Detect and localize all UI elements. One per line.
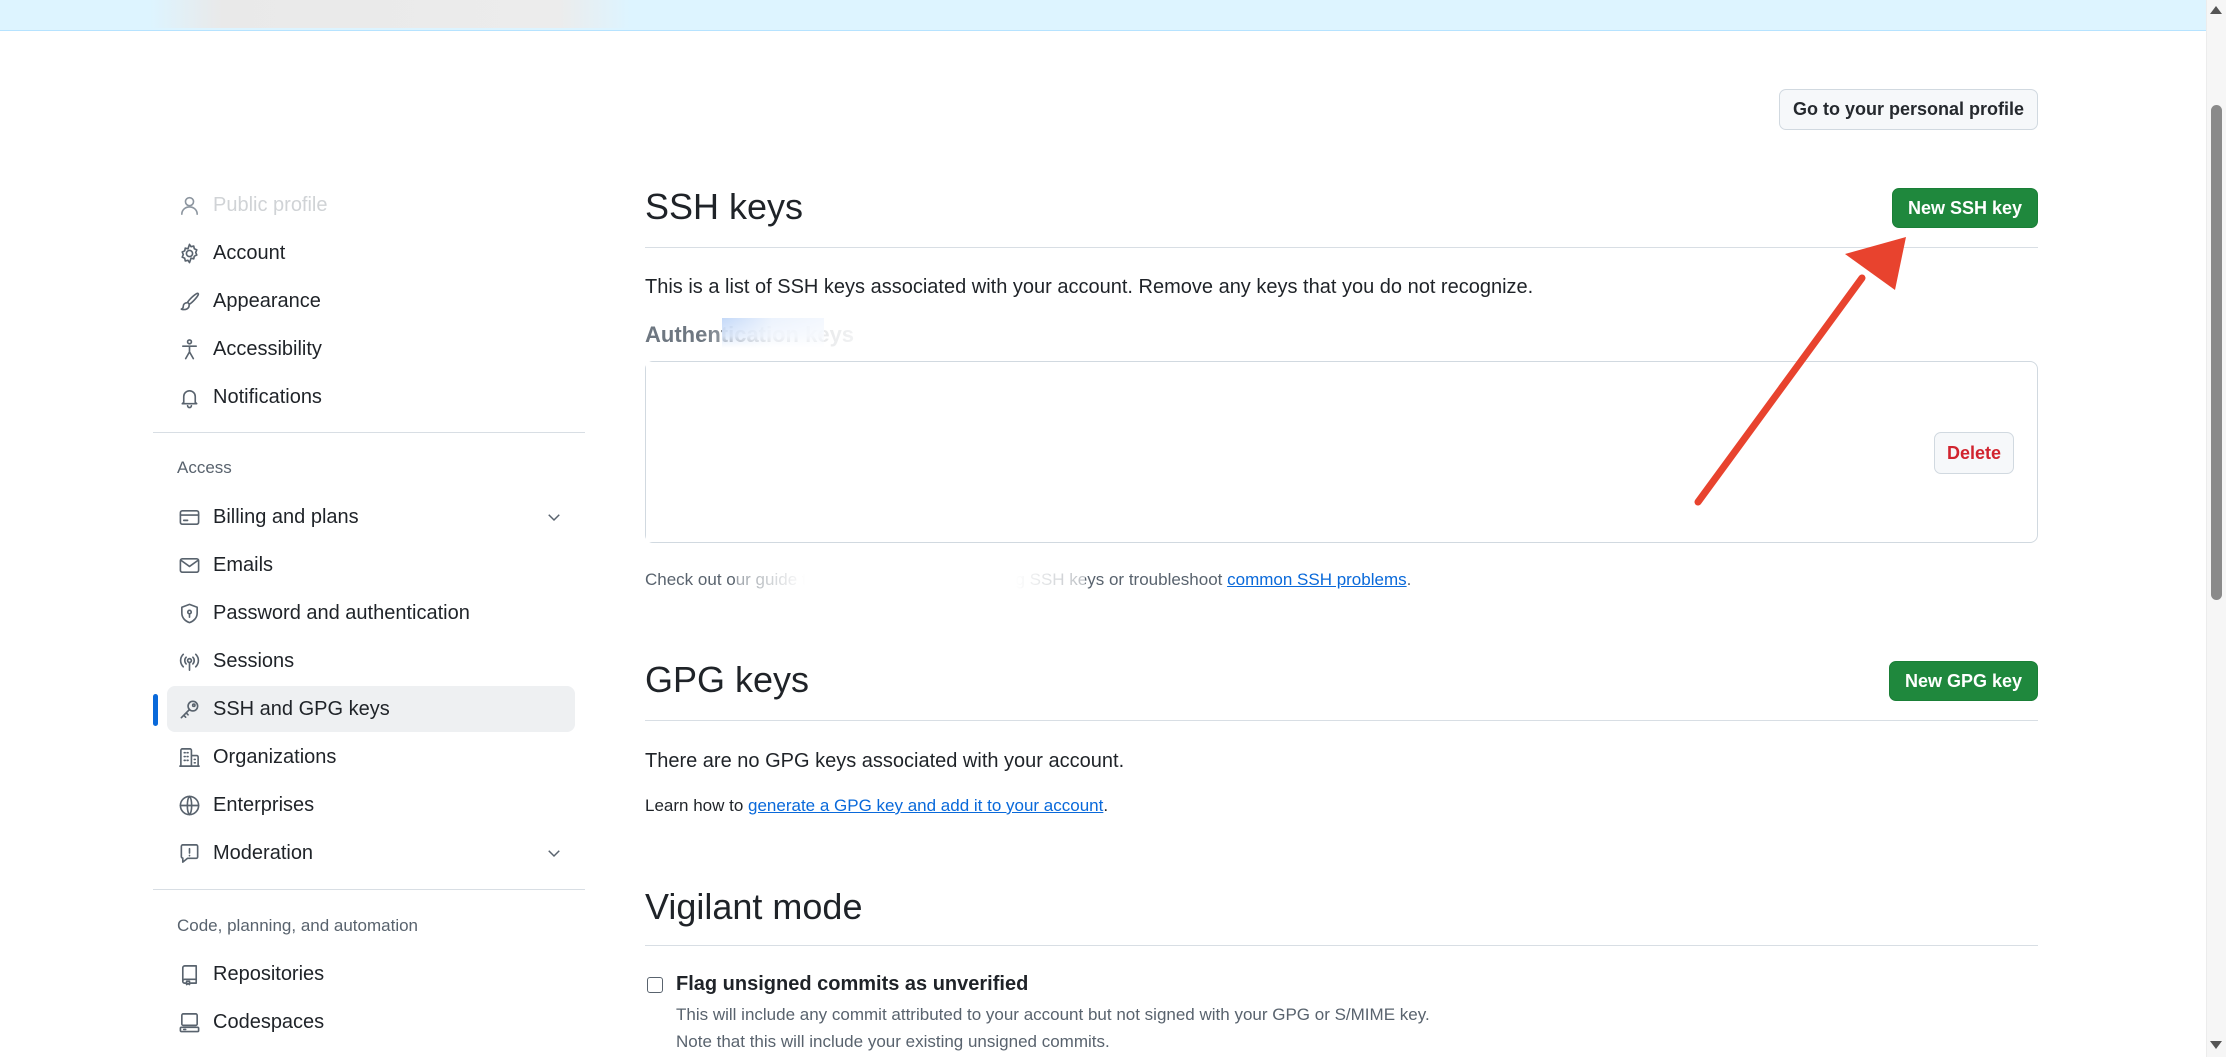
sidebar-divider — [153, 432, 585, 433]
sidebar-item-label: Codespaces — [213, 1010, 325, 1033]
sidebar-heading-access: Access — [177, 458, 232, 477]
credit-card-icon — [177, 505, 201, 529]
sidebar-item-ssh-gpg-keys[interactable]: SSH and GPG keys — [153, 686, 575, 732]
sidebar-item-account[interactable]: Account — [167, 230, 575, 276]
section-divider — [645, 720, 2038, 721]
chevron-down-icon[interactable] — [545, 844, 563, 867]
sidebar-item-label: SSH and GPG keys — [213, 697, 390, 720]
shield-lock-icon — [177, 601, 201, 625]
sidebar-item-accessibility[interactable]: Accessibility — [167, 326, 575, 372]
scrollbar-thumb[interactable] — [2211, 105, 2222, 600]
gpg-learn-prefix: Learn how to — [645, 796, 749, 815]
vigilant-note-line-2: Note that this will include your existin… — [676, 1032, 1110, 1051]
top-banner — [0, 0, 2206, 31]
gpg-keys-title: GPG keys — [645, 659, 810, 700]
organization-icon — [177, 745, 201, 769]
sidebar-item-codespaces[interactable]: Codespaces — [167, 999, 575, 1045]
ssh-key-item: Delete — [645, 361, 2038, 543]
gpg-empty-text: There are no GPG keys associated with yo… — [645, 750, 1125, 772]
sidebar-item-password-authentication[interactable]: Password and authentication — [167, 590, 575, 636]
sidebar-item-emails[interactable]: Emails — [167, 542, 575, 588]
vigilant-note-line-1: This will include any commit attributed … — [676, 1005, 1430, 1024]
codespaces-icon — [177, 1010, 201, 1034]
sidebar-item-appearance[interactable]: Appearance — [167, 278, 575, 324]
generate-gpg-key-link[interactable]: generate a GPG key and add it to your ac… — [748, 796, 1103, 815]
sidebar-item-repositories[interactable]: Repositories — [167, 951, 575, 997]
sidebar-item-notifications[interactable]: Notifications — [167, 374, 575, 420]
sidebar-item-label: Notifications — [213, 385, 322, 408]
sidebar-item-label: Password and authentication — [213, 601, 470, 624]
sidebar-item-label: Enterprises — [213, 793, 315, 816]
sidebar-item-public-profile[interactable]: Public profile — [167, 182, 575, 228]
chevron-down-icon[interactable] — [545, 508, 563, 531]
key-icon — [177, 697, 201, 721]
sidebar-item-label: Repositories — [213, 962, 325, 985]
sidebar-item-label: Accessibility — [213, 337, 322, 360]
sidebar-item-label: Sessions — [213, 649, 295, 672]
repo-icon — [177, 962, 201, 986]
ssh-description: This is a list of SSH keys associated wi… — [645, 276, 1534, 298]
sidebar-divider — [153, 889, 585, 890]
sidebar-item-label: Account — [213, 241, 286, 264]
sidebar-item-billing[interactable]: Billing and plans — [167, 494, 575, 540]
accessibility-icon — [177, 337, 201, 361]
sidebar-item-label: Billing and plans — [213, 505, 359, 528]
blurred-region — [700, 318, 880, 352]
common-ssh-problems-link[interactable]: common SSH problems — [1227, 570, 1407, 589]
sidebar-item-sessions[interactable]: Sessions — [167, 638, 575, 684]
sidebar-item-label: Moderation — [213, 841, 314, 864]
mail-icon — [177, 553, 201, 577]
sidebar-item-label: Emails — [213, 553, 274, 576]
sidebar-heading-code: Code, planning, and automation — [177, 916, 419, 935]
ssh-help-suffix: . — [1406, 570, 1412, 589]
gear-icon — [177, 241, 201, 265]
ssh-keys-title: SSH keys — [645, 186, 804, 227]
section-divider — [645, 247, 2038, 248]
flag-unsigned-commits-label[interactable]: Flag unsigned commits as unverified — [676, 973, 1028, 996]
paintbrush-icon — [177, 289, 201, 313]
scrollbar[interactable] — [2206, 0, 2226, 1057]
delete-ssh-key-button[interactable]: Delete — [1934, 432, 2014, 474]
new-ssh-key-button[interactable]: New SSH key — [1892, 188, 2038, 228]
sidebar-item-organizations[interactable]: Organizations — [167, 734, 575, 780]
sidebar-item-label: Organizations — [213, 745, 337, 768]
vigilant-mode-title: Vigilant mode — [645, 886, 863, 927]
flag-unsigned-commits-checkbox[interactable] — [647, 977, 663, 993]
sidebar-item-enterprises[interactable]: Enterprises — [167, 782, 575, 828]
sidebar-item-moderation[interactable]: Moderation — [167, 830, 575, 876]
scroll-up-arrow-icon[interactable] — [2210, 6, 2222, 14]
gpg-learn-text: Learn how to generate a GPG key and add … — [645, 796, 1108, 816]
sidebar-item-label: Public profile — [213, 193, 328, 216]
report-icon — [177, 841, 201, 865]
scroll-down-arrow-icon[interactable] — [2210, 1041, 2222, 1049]
redacted-key-details — [646, 362, 1306, 542]
go-to-profile-button[interactable]: Go to your personal profile — [1779, 89, 2038, 130]
globe-icon — [177, 793, 201, 817]
section-divider — [645, 945, 2038, 946]
blurred-region — [735, 565, 1085, 595]
blurred-region — [150, 0, 630, 28]
broadcast-icon — [177, 649, 201, 673]
new-gpg-key-button[interactable]: New GPG key — [1889, 661, 2038, 701]
person-icon — [177, 193, 201, 217]
bell-icon — [177, 385, 201, 409]
sidebar-item-label: Appearance — [213, 289, 321, 312]
gpg-learn-suffix: . — [1103, 796, 1109, 815]
